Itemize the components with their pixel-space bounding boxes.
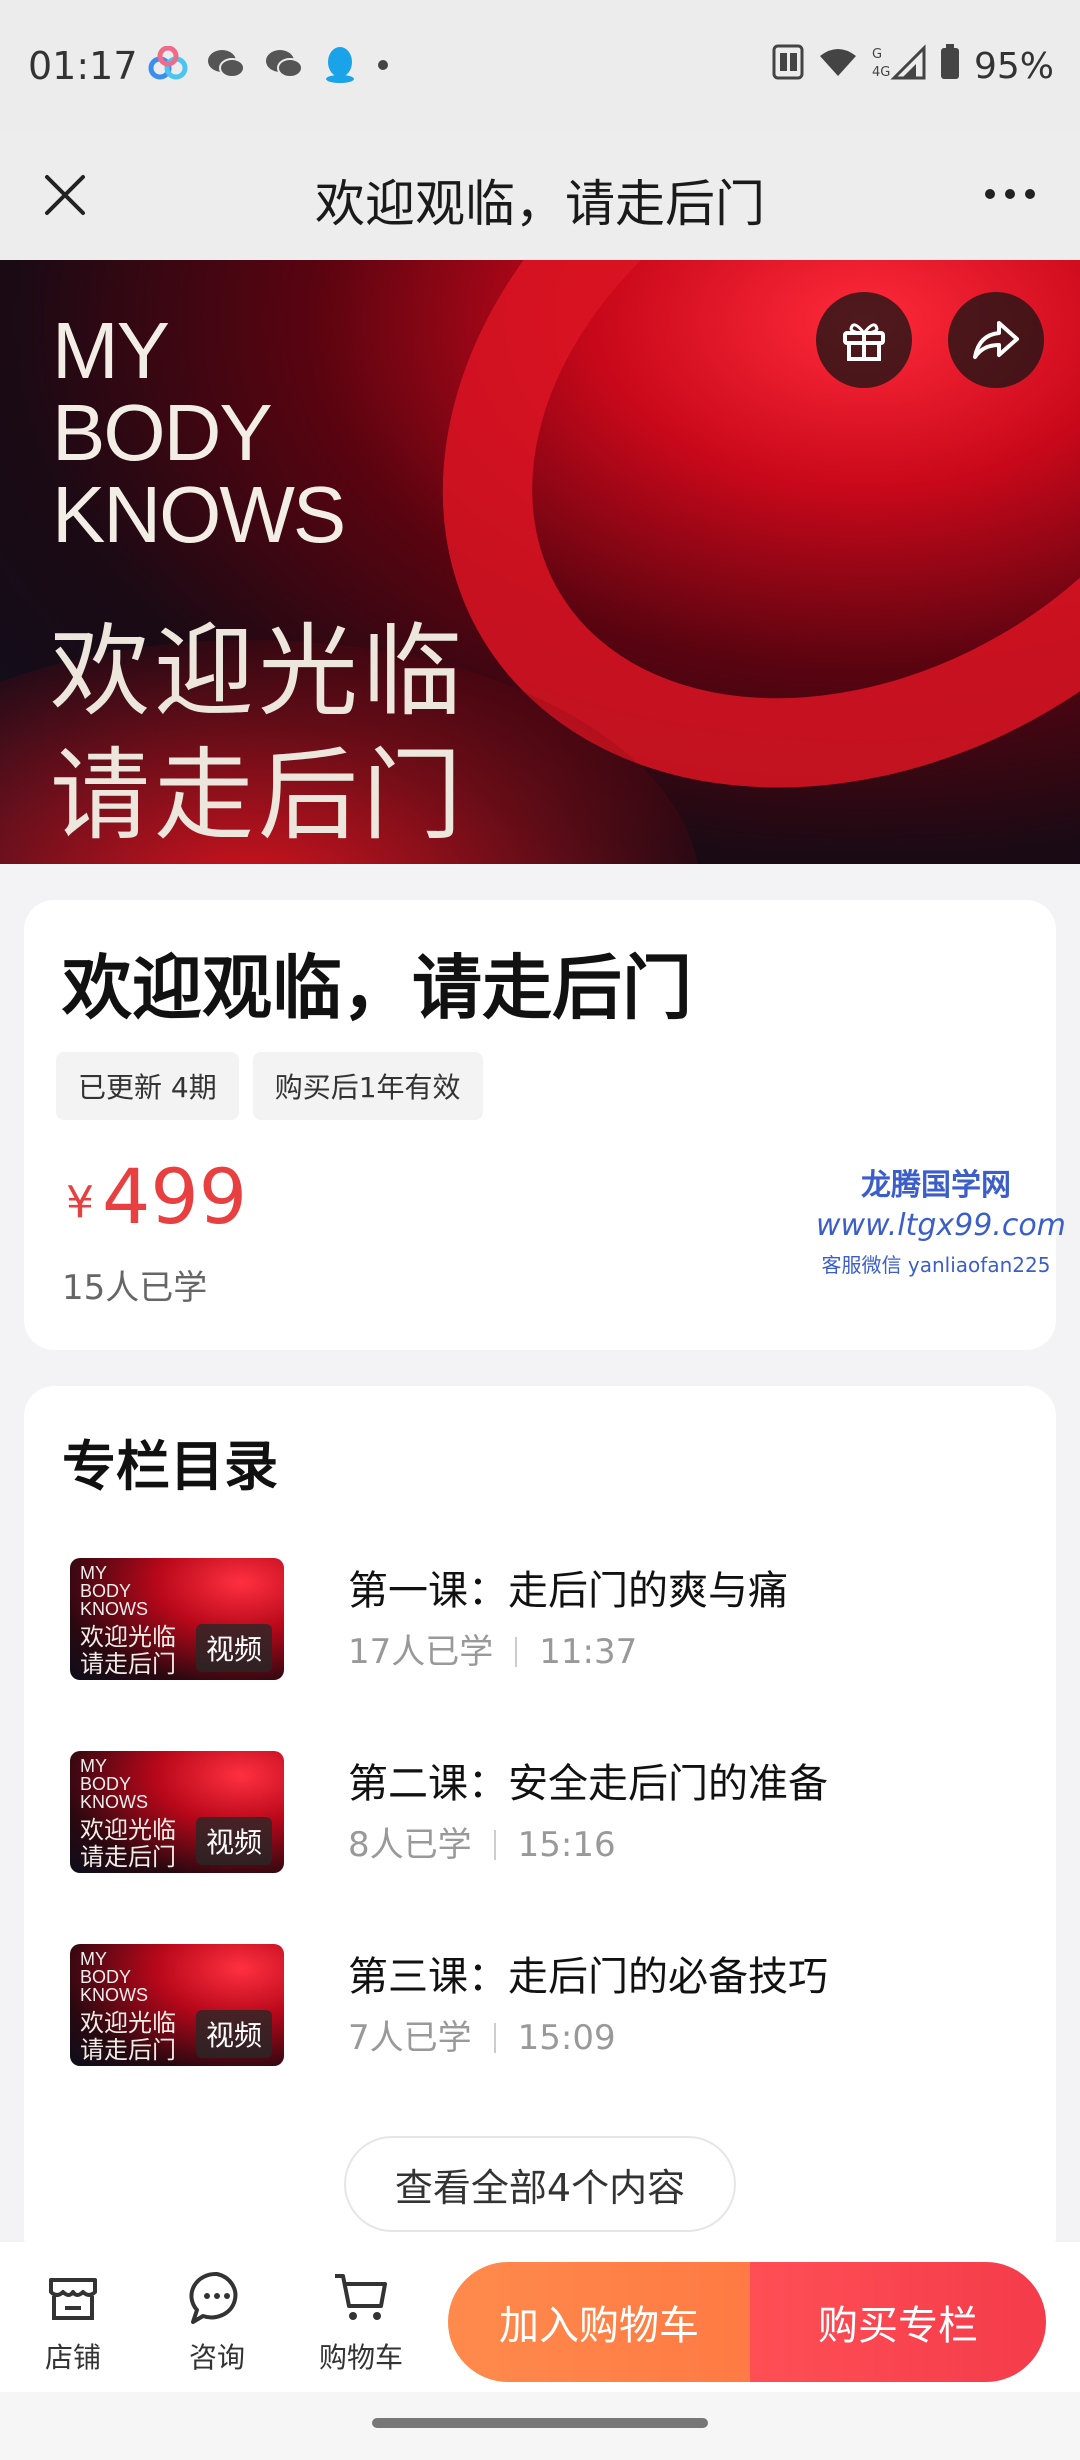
lesson-learners: 7人已学 bbox=[348, 2018, 472, 2058]
course-cover: MY BODY KNOWS 欢迎光临 请走后门 bbox=[0, 260, 1080, 864]
course-title: 欢迎观临，请走后门 bbox=[62, 947, 692, 1029]
system-nav bbox=[0, 2392, 1080, 2460]
baidu-netdisk-icon bbox=[148, 45, 188, 86]
video-badge: 视频 bbox=[195, 2010, 272, 2058]
title-bar: 欢迎观临，请走后门 bbox=[0, 130, 1080, 260]
battery-level: 95% bbox=[973, 46, 1054, 87]
cart-icon bbox=[335, 2274, 387, 2320]
learner-count: 15人已学 bbox=[62, 1268, 208, 1308]
lesson-item[interactable]: MY BODY KNOWS 欢迎光临 请走后门 视频 第二课：安全走后门的准备 8人已… bbox=[70, 1751, 1010, 1875]
system-status: G 4G 95% bbox=[772, 44, 1054, 89]
lesson-thumbnail: MY BODY KNOWS 欢迎光临 请走后门 视频 bbox=[70, 1558, 284, 1680]
wifi-icon bbox=[818, 46, 858, 87]
course-price: ¥499 bbox=[66, 1152, 247, 1241]
share-icon bbox=[973, 321, 1019, 359]
price-value: 499 bbox=[102, 1152, 248, 1241]
gift-button[interactable] bbox=[816, 292, 912, 388]
catalog-card: 专栏目录 MY BODY KNOWS 欢迎光临 请走后门 视频 第一课：走后门的爽与痛… bbox=[24, 1386, 1056, 2266]
gift-icon bbox=[843, 323, 885, 361]
notification-icons bbox=[148, 44, 390, 88]
lesson-duration: 11:37 bbox=[539, 1632, 638, 1672]
video-badge: 视频 bbox=[195, 1624, 272, 1672]
more-button[interactable] bbox=[970, 164, 1050, 224]
lesson-item[interactable]: MY BODY KNOWS 欢迎光临 请走后门 视频 第一课：走后门的爽与痛 17人已… bbox=[70, 1558, 1010, 1682]
more-icon bbox=[985, 189, 995, 199]
buy-button[interactable]: 购买专栏 bbox=[750, 2262, 1046, 2382]
status-time: 01:17 bbox=[28, 44, 138, 88]
cover-text: 欢迎光临 请走后门 bbox=[50, 613, 466, 854]
course-tags: 已更新 4期 购买后1年有效 bbox=[56, 1052, 483, 1120]
store-icon bbox=[49, 2278, 97, 2320]
update-tag: 已更新 4期 bbox=[56, 1052, 239, 1120]
status-bar: 01:17 G 4G 95% bbox=[0, 0, 1080, 130]
svg-text:G: G bbox=[872, 47, 882, 62]
add-to-cart-button[interactable]: 加入购物车 bbox=[448, 2262, 750, 2382]
lesson-item[interactable]: MY BODY KNOWS 欢迎光临 请走后门 视频 第三课：走后门的必备技巧 7人已… bbox=[70, 1944, 1010, 2068]
tab-store[interactable]: 店铺 bbox=[18, 2268, 128, 2376]
lesson-learners: 17人已学 bbox=[348, 1632, 494, 1672]
lesson-duration: 15:16 bbox=[517, 1825, 616, 1865]
bottom-action-bar: 店铺 咨询 购物车 加入购物车 购买专栏 bbox=[0, 2242, 1080, 2392]
qq-icon bbox=[322, 44, 358, 88]
lesson-learners: 8人已学 bbox=[348, 1825, 472, 1865]
lesson-meta: 8人已学 15:16 bbox=[348, 1817, 616, 1866]
network-type: 4G bbox=[872, 65, 890, 80]
battery-icon bbox=[940, 44, 960, 89]
cover-brand: MY BODY KNOWS bbox=[52, 306, 346, 559]
currency-symbol: ¥ bbox=[66, 1177, 94, 1228]
signal-icon: G 4G bbox=[872, 44, 926, 89]
lesson-duration: 15:09 bbox=[517, 2018, 616, 2058]
share-button[interactable] bbox=[948, 292, 1044, 388]
chat-icon bbox=[189, 2271, 238, 2324]
watermark: 龙腾国学网 www.ltgx99.com 客服微信 yanliaofan225 bbox=[816, 1168, 1066, 1277]
tab-consult[interactable]: 咨询 bbox=[162, 2268, 272, 2376]
video-badge: 视频 bbox=[195, 1817, 272, 1865]
wechat-icon bbox=[264, 46, 304, 86]
lesson-thumbnail: MY BODY KNOWS 欢迎光临 请走后门 视频 bbox=[70, 1751, 284, 1873]
view-all-button[interactable]: 查看全部4个内容 bbox=[344, 2136, 736, 2232]
dot-icon bbox=[376, 57, 390, 76]
validity-tag: 购买后1年有效 bbox=[252, 1052, 483, 1120]
nfc-icon bbox=[772, 44, 804, 89]
lesson-title: 第二课：安全走后门的准备 bbox=[348, 1761, 828, 1807]
lesson-meta: 7人已学 15:09 bbox=[348, 2010, 616, 2059]
lesson-title: 第三课：走后门的必备技巧 bbox=[348, 1954, 828, 2000]
tab-cart[interactable]: 购物车 bbox=[306, 2268, 416, 2376]
catalog-title: 专栏目录 bbox=[62, 1435, 278, 1498]
lesson-title: 第一课：走后门的爽与痛 bbox=[348, 1568, 788, 1614]
course-info-card: 欢迎观临，请走后门 已更新 4期 购买后1年有效 ¥499 15人已学 龙腾国学… bbox=[24, 900, 1066, 1350]
lesson-thumbnail: MY BODY KNOWS 欢迎光临 请走后门 视频 bbox=[70, 1944, 284, 2066]
home-indicator[interactable] bbox=[372, 2418, 708, 2428]
wechat-icon bbox=[206, 46, 246, 86]
page-title: 欢迎观临，请走后门 bbox=[315, 175, 765, 233]
lesson-meta: 17人已学 11:37 bbox=[348, 1624, 637, 1673]
